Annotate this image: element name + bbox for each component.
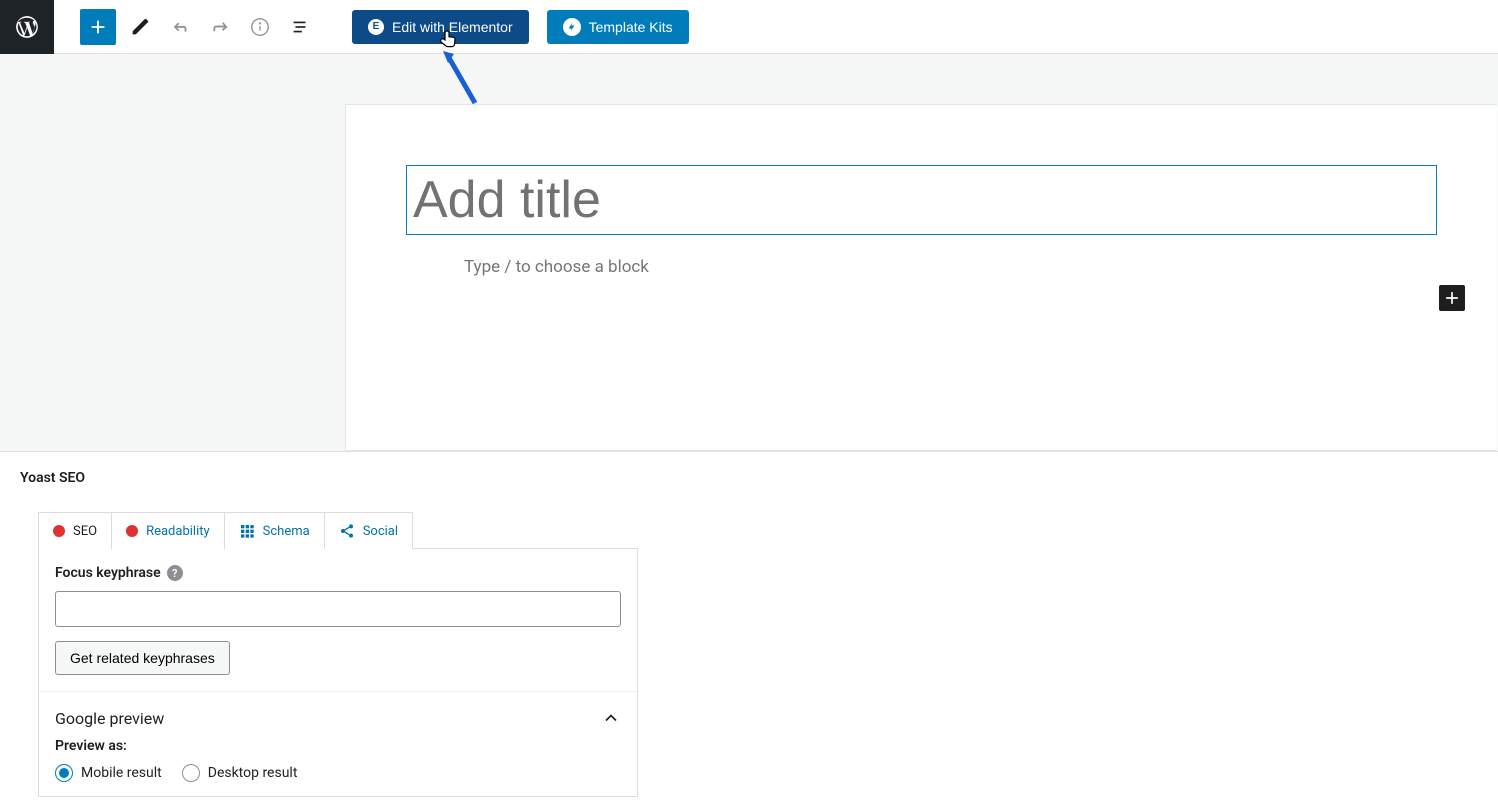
pencil-icon — [129, 16, 151, 38]
radio-mobile-result[interactable]: Mobile result — [55, 764, 162, 782]
plus-icon — [1442, 288, 1462, 308]
radio-desktop-result[interactable]: Desktop result — [182, 764, 298, 782]
wordpress-icon — [14, 14, 40, 40]
chevron-up-icon — [601, 708, 621, 728]
tab-social-label: Social — [363, 524, 398, 539]
tab-seo-label: SEO — [73, 524, 97, 539]
outline-button[interactable] — [282, 9, 318, 45]
tab-schema-label: Schema — [263, 524, 310, 539]
tools-button[interactable] — [122, 9, 158, 45]
post-title-input[interactable]: Add title — [406, 165, 1437, 235]
info-icon — [249, 16, 271, 38]
google-preview-toggle[interactable]: Google preview — [39, 692, 637, 738]
edit-with-elementor-button[interactable]: E Edit with Elementor — [352, 10, 529, 44]
focus-keyphrase-label: Focus keyphrase ? — [55, 565, 621, 581]
template-kits-button[interactable]: Template Kits — [547, 10, 689, 44]
tab-social[interactable]: Social — [324, 512, 413, 549]
editor-canvas-area: Add title Type / to choose a block — [0, 54, 1498, 451]
template-kits-label: Template Kits — [589, 19, 673, 35]
add-block-inline-button[interactable] — [1439, 285, 1465, 311]
yoast-panel-title: Yoast SEO — [20, 470, 1478, 486]
add-block-toggle-button[interactable] — [80, 9, 116, 45]
yoast-seo-panel: Yoast SEO SEO Readability Schema Social … — [0, 451, 1498, 797]
google-preview-title: Google preview — [55, 709, 164, 728]
status-dot-red-icon — [126, 525, 138, 537]
editor-toolbar: E Edit with Elementor Template Kits — [0, 0, 1498, 54]
focus-keyphrase-section: Focus keyphrase ? Get related keyphrases — [39, 549, 637, 692]
tab-schema[interactable]: Schema — [224, 512, 325, 549]
share-icon — [339, 523, 355, 539]
tab-seo[interactable]: SEO — [38, 512, 112, 549]
focus-keyphrase-label-text: Focus keyphrase — [55, 565, 161, 581]
elementor-icon: E — [368, 19, 384, 35]
preview-radio-group: Mobile result Desktop result — [39, 764, 637, 796]
block-appender-prompt[interactable]: Type / to choose a block — [406, 257, 1437, 277]
wordpress-logo[interactable] — [0, 0, 54, 54]
post-canvas: Add title Type / to choose a block — [345, 104, 1497, 451]
help-icon[interactable]: ? — [167, 565, 183, 581]
focus-keyphrase-input[interactable] — [55, 591, 621, 627]
info-button[interactable] — [242, 9, 278, 45]
undo-icon — [169, 16, 191, 38]
yoast-tab-content: Focus keyphrase ? Get related keyphrases… — [38, 548, 638, 797]
list-outline-icon — [289, 16, 311, 38]
plus-icon — [87, 16, 109, 38]
radio-mobile-label: Mobile result — [81, 765, 162, 781]
template-kits-icon — [563, 18, 581, 36]
get-related-keyphrases-button[interactable]: Get related keyphrases — [55, 641, 230, 675]
edit-with-elementor-label: Edit with Elementor — [392, 19, 513, 35]
redo-button[interactable] — [202, 9, 238, 45]
undo-button[interactable] — [162, 9, 198, 45]
yoast-tabs: SEO Readability Schema Social — [38, 512, 1478, 549]
preview-as-label: Preview as: — [39, 738, 637, 764]
radio-unchecked-icon — [182, 764, 200, 782]
radio-desktop-label: Desktop result — [208, 765, 298, 781]
schema-grid-icon — [239, 523, 255, 539]
status-dot-red-icon — [53, 525, 65, 537]
tab-readability-label: Readability — [146, 524, 210, 539]
radio-checked-icon — [55, 764, 73, 782]
redo-icon — [209, 16, 231, 38]
tab-readability[interactable]: Readability — [111, 512, 225, 549]
